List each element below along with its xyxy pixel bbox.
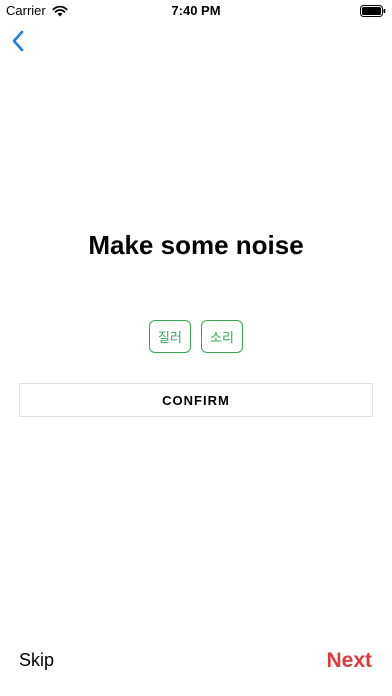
battery-icon xyxy=(360,5,386,17)
status-bar: Carrier 7:40 PM xyxy=(0,0,392,22)
page-title: Make some noise xyxy=(88,230,304,260)
option-chips: 질러 소리 xyxy=(0,320,392,353)
option-chip-2[interactable]: 소리 xyxy=(201,320,243,353)
skip-button[interactable]: Skip xyxy=(19,650,54,671)
status-time: 7:40 PM xyxy=(171,3,221,18)
option-chip-1[interactable]: 질러 xyxy=(149,320,191,353)
next-button[interactable]: Next xyxy=(326,649,372,673)
chevron-left-icon xyxy=(12,30,24,52)
confirm-button[interactable]: CONFIRM xyxy=(19,383,373,417)
back-button[interactable] xyxy=(6,28,30,54)
